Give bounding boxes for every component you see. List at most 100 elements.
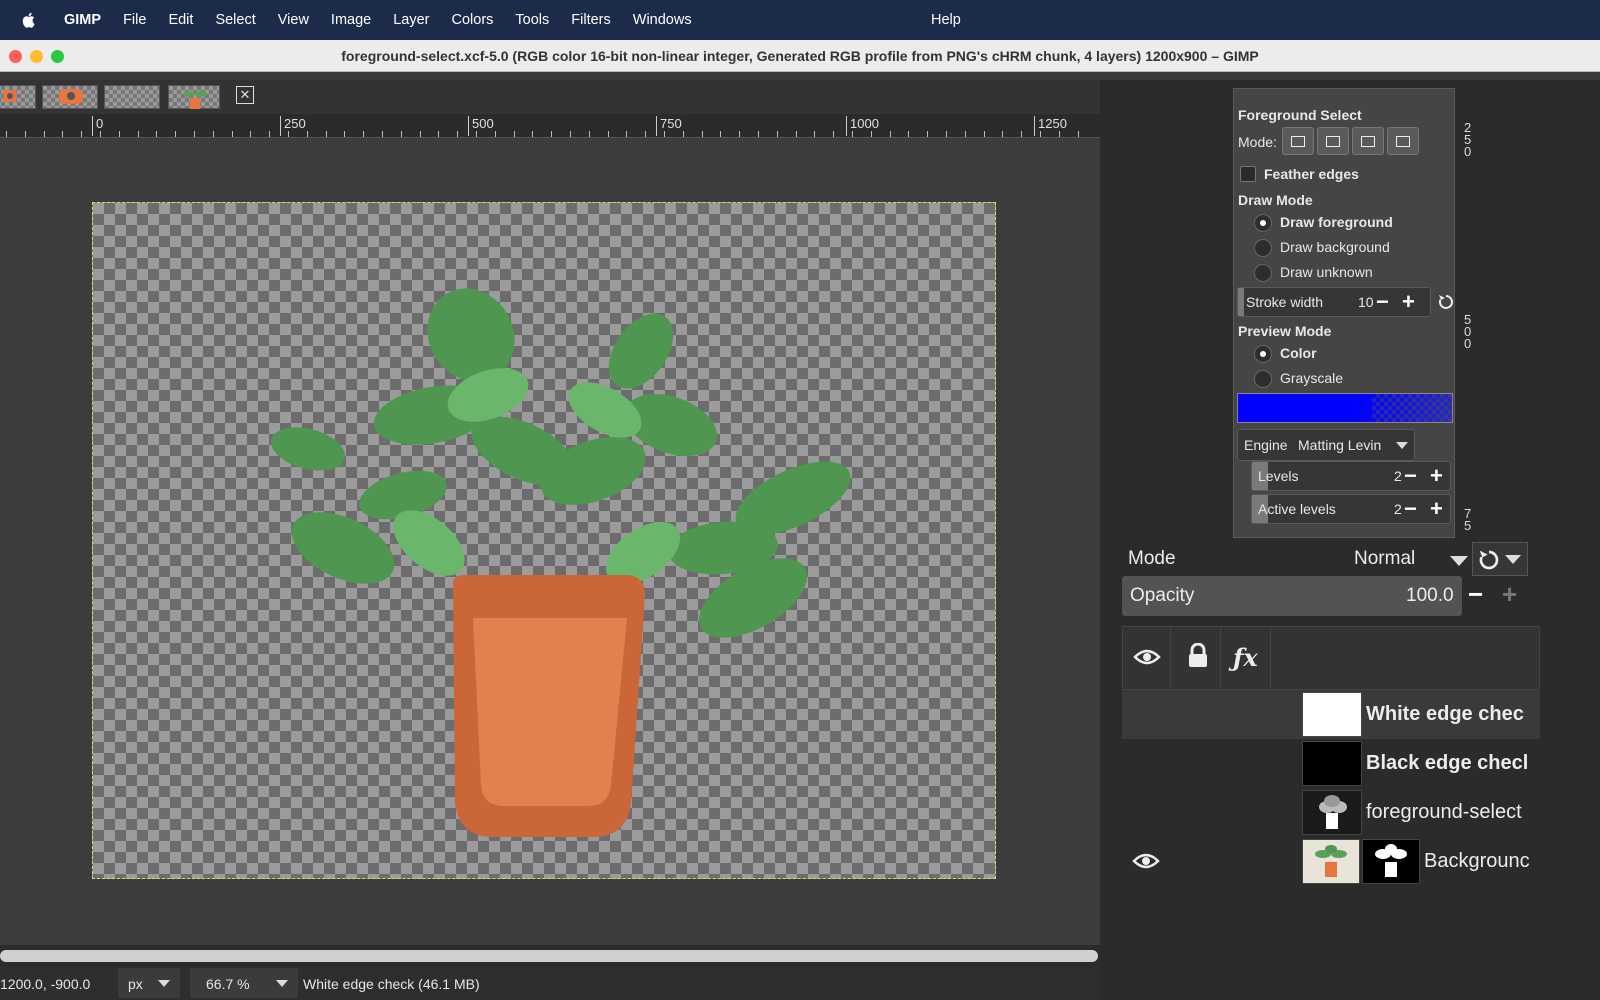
zoom-value: 66.7 %	[206, 976, 250, 992]
engine-select[interactable]: Engine Matting Levin	[1237, 429, 1415, 461]
mode-subtract-button[interactable]	[1352, 127, 1384, 155]
apple-icon[interactable]	[20, 11, 38, 29]
layer-row[interactable]: foreground-select	[1122, 788, 1540, 837]
ruler-label: 500	[468, 116, 494, 136]
menu-select[interactable]: Select	[204, 12, 266, 28]
preview-color-radio[interactable]	[1254, 345, 1272, 363]
layer-name: Backgrounc	[1424, 850, 1530, 872]
ruler-tick	[62, 131, 63, 137]
draw-unknown-radio[interactable]	[1254, 264, 1272, 282]
unit-value: px	[128, 976, 143, 992]
pointer-coordinates: 1200.0, -900.0	[0, 976, 91, 992]
preview-grayscale-label: Grayscale	[1280, 370, 1344, 386]
horizontal-scrollbar[interactable]	[0, 950, 1098, 962]
preview-color-swatch[interactable]	[1237, 393, 1453, 423]
mode-intersect-button[interactable]	[1387, 127, 1419, 155]
menu-view[interactable]: View	[267, 12, 320, 28]
mode-add-button[interactable]	[1317, 127, 1349, 155]
layer-row[interactable]: Backgrounc	[1122, 837, 1540, 886]
ruler-tick	[401, 131, 402, 137]
ruler-tick	[777, 131, 778, 137]
ruler-tick	[1040, 131, 1041, 137]
effects-column[interactable]: ƒx	[1223, 627, 1271, 689]
unit-select[interactable]: px	[118, 968, 180, 998]
active-levels-spinner[interactable]: Active levels 2 − +	[1251, 494, 1451, 524]
menu-colors[interactable]: Colors	[441, 12, 505, 28]
ruler-tick	[363, 131, 364, 137]
mode-add-icon	[1326, 136, 1340, 147]
window-title: foreground-select.xcf-5.0 (RGB color 16-…	[341, 48, 1259, 64]
zoom-select[interactable]: 66.7 %	[190, 968, 298, 998]
ruler-tick	[288, 131, 289, 137]
image-canvas[interactable]	[92, 202, 996, 879]
increase-icon[interactable]: +	[1430, 465, 1443, 487]
image-tab-thumbnail[interactable]	[42, 85, 98, 109]
layer-mode-label: Mode	[1128, 548, 1176, 569]
menu-layer[interactable]: Layer	[382, 12, 440, 28]
vruler-label: 7 5	[1464, 506, 1472, 533]
engine-label: Engine	[1244, 437, 1288, 453]
decrease-icon[interactable]: −	[1404, 498, 1417, 520]
draw-background-radio[interactable]	[1254, 239, 1272, 257]
increase-icon[interactable]: +	[1402, 291, 1415, 313]
ruler-tick	[81, 131, 82, 137]
ruler-tick	[476, 131, 477, 137]
image-tab-thumbnail[interactable]	[0, 85, 36, 109]
stroke-width-spinner[interactable]: Stroke width 10 − +	[1237, 287, 1431, 317]
ruler-tick	[852, 131, 853, 137]
close-icon[interactable]: ✕	[236, 86, 254, 104]
canvas-area[interactable]	[0, 138, 1100, 945]
chevron-down-icon	[1396, 442, 1408, 449]
menu-edit[interactable]: Edit	[157, 12, 204, 28]
menu-windows[interactable]: Windows	[622, 12, 703, 28]
decrease-icon[interactable]: −	[1468, 581, 1483, 607]
layer-thumbnail	[1302, 741, 1362, 786]
menu-help[interactable]: Help	[920, 12, 972, 28]
levels-spinner[interactable]: Levels 2 − +	[1251, 461, 1451, 491]
ruler-tick	[551, 131, 552, 137]
ruler-tick	[344, 131, 345, 137]
feather-edges-label: Feather edges	[1264, 166, 1359, 182]
draw-foreground-radio[interactable]	[1254, 214, 1272, 232]
ruler-label: 1250	[1034, 116, 1067, 136]
layer-row[interactable]: White edge chec	[1122, 690, 1540, 739]
plant-image	[270, 288, 851, 837]
increase-icon[interactable]: +	[1502, 581, 1517, 607]
feather-edges-checkbox[interactable]	[1240, 166, 1256, 182]
ruler-tick	[984, 131, 985, 137]
increase-icon[interactable]: +	[1430, 498, 1443, 520]
opacity-spinner[interactable]: Opacity 100.0	[1122, 576, 1462, 616]
menu-image[interactable]: Image	[320, 12, 382, 28]
ruler-tick	[44, 131, 45, 137]
image-tab-thumbnail-active[interactable]	[168, 85, 220, 109]
menu-tools[interactable]: Tools	[504, 12, 560, 28]
reset-icon[interactable]	[1437, 293, 1455, 311]
menu-gimp[interactable]: GIMP	[48, 12, 112, 28]
ruler-tick	[683, 131, 684, 137]
toolbar-strip	[0, 72, 1600, 80]
opacity-value: 100.0	[1406, 585, 1454, 606]
window-titlebar: foreground-select.xcf-5.0 (RGB color 16-…	[0, 40, 1600, 72]
chevron-down-icon	[158, 980, 170, 987]
layer-mode-reset-button[interactable]	[1472, 542, 1528, 576]
menu-file[interactable]: File	[112, 12, 157, 28]
layer-row[interactable]: Black edge checl	[1122, 739, 1540, 788]
horizontal-ruler: 0 250 500 750 1000 1250	[0, 114, 1100, 138]
draw-foreground-label: Draw foreground	[1280, 214, 1393, 230]
decrease-icon[interactable]: −	[1404, 465, 1417, 487]
ruler-label: 0	[92, 116, 103, 136]
ruler-label: 1000	[846, 116, 879, 136]
layer-mode-select[interactable]: Normal	[1350, 544, 1468, 574]
mode-replace-button[interactable]	[1282, 127, 1314, 155]
visibility-column[interactable]	[1123, 627, 1171, 689]
decrease-icon[interactable]: −	[1376, 291, 1389, 313]
layer-mask-thumbnail[interactable]	[1362, 839, 1420, 884]
ruler-tick	[194, 131, 195, 137]
eye-icon[interactable]	[1132, 851, 1160, 871]
ruler-tick	[758, 131, 759, 137]
lock-column[interactable]	[1173, 627, 1221, 689]
menu-filters[interactable]: Filters	[560, 12, 621, 28]
preview-grayscale-radio[interactable]	[1254, 370, 1272, 388]
layer-name: foreground-select	[1366, 801, 1522, 823]
image-tab-thumbnail[interactable]	[104, 85, 160, 109]
